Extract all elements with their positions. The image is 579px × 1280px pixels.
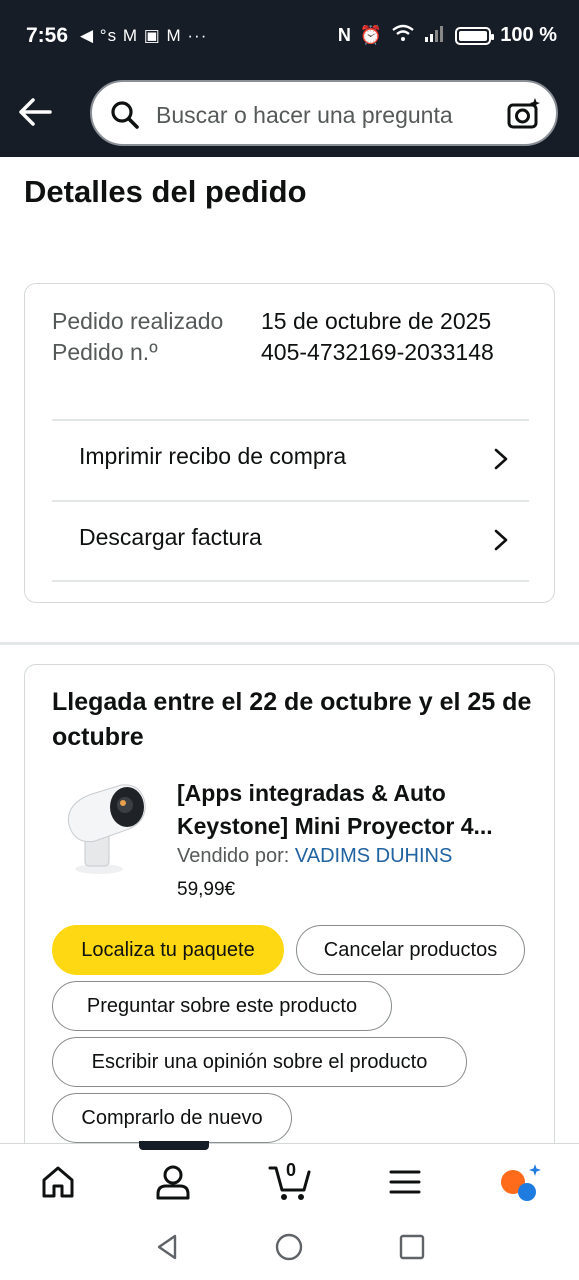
- search-bar[interactable]: Buscar o hacer una pregunta: [90, 80, 558, 146]
- order-number-label: Pedido n.º: [52, 339, 158, 365]
- product-image[interactable]: [59, 777, 149, 877]
- ask-product-button[interactable]: Preguntar sobre este producto: [52, 981, 392, 1031]
- menu-icon[interactable]: [385, 1162, 425, 1202]
- active-tab-indicator: [139, 1141, 209, 1150]
- search-input[interactable]: Buscar o hacer una pregunta: [156, 102, 453, 129]
- top-bar: 7:56 ◀ °s M ▣ M ··· N ⏰ 100 % Buscar o h…: [0, 0, 579, 157]
- status-right: N ⏰ 100 %: [338, 24, 557, 47]
- track-package-button[interactable]: Localiza tu paquete: [52, 925, 284, 975]
- status-bar: 7:56 ◀ °s M ▣ M ··· N ⏰ 100 %: [0, 0, 579, 76]
- seller-name-link[interactable]: VADIMS DUHINS: [295, 845, 452, 867]
- system-navigation: [0, 1218, 579, 1280]
- order-info-card: Pedido realizado Pedido n.º 15 de octubr…: [24, 283, 555, 603]
- page-title: Detalles del pedido: [24, 174, 307, 209]
- download-invoice-link[interactable]: Descargar factura: [52, 500, 529, 580]
- product-title[interactable]: [Apps integradas & Auto Keystone] Mini P…: [177, 777, 537, 843]
- camera-icon[interactable]: [506, 96, 542, 132]
- home-circle-icon[interactable]: [274, 1232, 304, 1262]
- product-price: 59,99€: [177, 879, 236, 900]
- order-meta-values: 15 de octubre de 2025 405-4732169-203314…: [261, 306, 541, 368]
- battery-level: 100 %: [500, 24, 557, 46]
- print-receipt-link[interactable]: Imprimir recibo de compra: [52, 419, 529, 499]
- seller-info: Vendido por: VADIMS DUHINS: [177, 845, 452, 868]
- home-icon[interactable]: [38, 1162, 78, 1202]
- write-review-button[interactable]: Escribir una opinión sobre el producto: [52, 1037, 467, 1087]
- back-triangle-icon[interactable]: [153, 1232, 183, 1262]
- cancel-items-button[interactable]: Cancelar productos: [296, 925, 525, 975]
- arrival-window: Llegada entre el 22 de octubre y el 25 d…: [52, 688, 532, 751]
- order-placed-label: Pedido realizado: [52, 308, 224, 334]
- nfc-icon: N: [337, 25, 351, 45]
- divider: [52, 580, 529, 582]
- download-invoice-label: Descargar factura: [79, 524, 262, 550]
- back-arrow-icon[interactable]: [16, 92, 56, 132]
- bottom-nav: 0: [0, 1143, 579, 1218]
- buy-again-button[interactable]: Comprarlo de nuevo: [52, 1093, 292, 1143]
- status-time: 7:56: [26, 24, 69, 47]
- seller-label: Vendido por:: [177, 845, 290, 867]
- assistant-icon[interactable]: [497, 1162, 541, 1202]
- order-placed-date: 15 de octubre de 2025: [261, 308, 492, 334]
- search-icon: [110, 100, 140, 130]
- order-number: 405-4732169-2033148: [261, 339, 494, 365]
- battery-icon: [455, 26, 495, 45]
- cart-count: 0: [286, 1160, 297, 1180]
- chevron-right-icon: [491, 447, 511, 471]
- signal-icon: [424, 24, 446, 47]
- order-meta-labels: Pedido realizado Pedido n.º: [52, 306, 232, 368]
- alarm-icon: ⏰: [359, 25, 383, 45]
- notification-icons: ◀ °s M ▣ M ···: [80, 26, 208, 45]
- chevron-right-icon: [491, 528, 511, 552]
- account-icon[interactable]: [153, 1162, 193, 1202]
- wifi-icon: [391, 24, 415, 47]
- recents-square-icon[interactable]: [397, 1232, 427, 1262]
- shipment-card: Llegada entre el 22 de octubre y el 25 d…: [24, 664, 555, 1184]
- print-receipt-label: Imprimir recibo de compra: [79, 443, 347, 469]
- section-divider: [0, 642, 579, 645]
